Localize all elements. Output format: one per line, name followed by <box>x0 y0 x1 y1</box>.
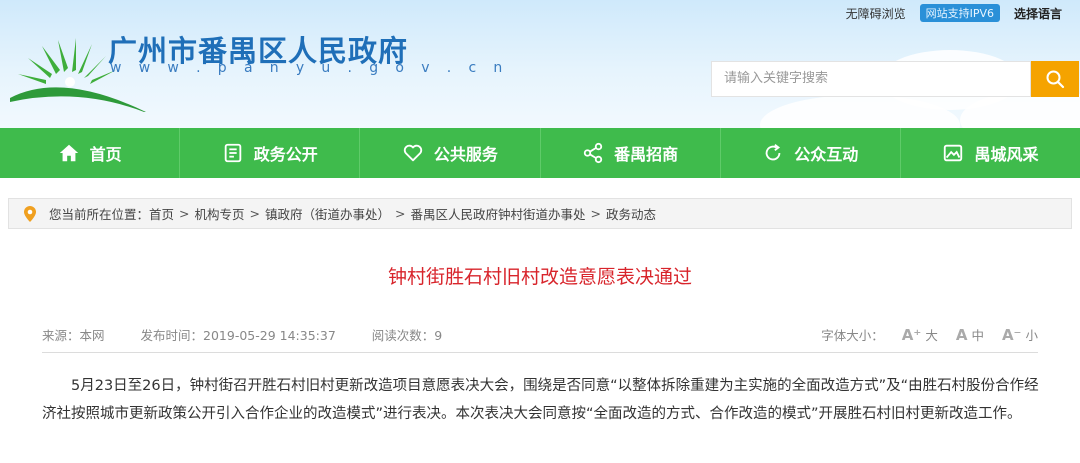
font-normal-icon: A <box>955 325 968 344</box>
article-meta: 来源：本网 发布时间：2019-05-29 14:35:37 阅读次数：9 <box>42 325 478 344</box>
nav-label: 政务公开 <box>253 145 318 164</box>
breadcrumb-separator: > <box>179 206 190 221</box>
main-nav: 首页 政务公开 公共服务 番禺招商 公众互动 禺城风采 <box>0 128 1080 178</box>
font-size-medium-label: 中 <box>971 328 984 343</box>
nav-label: 番禺招商 <box>614 145 679 164</box>
article-title: 钟村街胜石村旧村改造意愿表决通过 <box>387 266 692 288</box>
article-body: 5月23日至26日，钟村街召开胜石村旧村更新改造项目意愿表决大会，围绕是否同意“… <box>42 378 1039 422</box>
site-header: 广州市番禺区人民政府 w w w . p a n y u . g o v . c… <box>0 0 1080 128</box>
top-links: 无障碍浏览 网站支持IPV6 选择语言 <box>846 4 1062 22</box>
search-icon <box>1046 70 1065 89</box>
meta-divider <box>42 352 1038 353</box>
breadcrumb-separator: > <box>590 206 602 221</box>
nav-public-interaction[interactable]: 公众互动 <box>721 128 901 178</box>
search-button[interactable] <box>1031 61 1079 97</box>
breadcrumb-separator: > <box>249 206 261 221</box>
article-views: 阅读次数：9 <box>371 328 443 343</box>
nav-public-service[interactable]: 公共服务 <box>360 128 541 178</box>
breadcrumb-separator: > <box>395 206 406 221</box>
font-decrease-icon: A⁻ <box>1001 325 1022 344</box>
ipv6-badge: 网站支持IPV6 <box>919 4 1000 22</box>
nav-label: 首页 <box>89 145 122 164</box>
nav-city-style[interactable]: 禺城风采 <box>901 128 1080 178</box>
breadcrumb-item[interactable]: 首页 <box>149 204 174 223</box>
document-icon <box>224 143 241 163</box>
article-source: 来源：本网 <box>42 328 105 343</box>
nav-government-affairs[interactable]: 政务公开 <box>180 128 361 178</box>
breadcrumb-item[interactable]: 政务动态 <box>606 204 656 223</box>
font-size-label: 字体大小： <box>821 328 884 343</box>
breadcrumb-item[interactable]: 机构专页 <box>195 204 245 223</box>
nav-label: 禺城风采 <box>974 145 1039 164</box>
breadcrumb: 您当前所在位置： 首页 > 机构专页 > 镇政府（街道办事处） > 番禺区人民政… <box>8 198 1072 229</box>
nav-label: 公共服务 <box>433 145 498 164</box>
location-pin-icon <box>24 205 36 222</box>
breadcrumb-item[interactable]: 番禺区人民政府钟村街道办事处 <box>411 204 586 223</box>
nav-investment[interactable]: 番禺招商 <box>541 128 721 178</box>
picture-icon <box>944 144 963 162</box>
font-size-large-button[interactable]: A⁺ 大 <box>902 325 938 344</box>
font-size-control: 字体大小： A⁺ 大 A 中 A⁻ 小 <box>821 325 1038 344</box>
article-publish-time: 发布时间：2019-05-29 14:35:37 <box>140 328 336 343</box>
site-url: w w w . p a n y u . g o v . c n <box>110 60 509 76</box>
font-increase-icon: A⁺ <box>901 325 922 344</box>
refresh-icon <box>765 144 781 161</box>
font-size-small-label: 小 <box>1025 328 1038 343</box>
font-size-medium-button[interactable]: A 中 <box>956 325 984 344</box>
font-size-small-button[interactable]: A⁻ 小 <box>1002 325 1038 344</box>
language-select[interactable]: 选择语言 <box>1014 5 1062 22</box>
nav-label: 公众互动 <box>794 145 859 164</box>
search-input[interactable]: 请输入关键字搜索 <box>711 61 1031 97</box>
nav-home[interactable]: 首页 <box>0 128 181 178</box>
breadcrumb-item[interactable]: 镇政府（街道办事处） <box>265 204 390 223</box>
breadcrumb-prefix: 您当前所在位置： <box>49 207 150 222</box>
barrier-free-link[interactable]: 无障碍浏览 <box>846 5 906 22</box>
heart-icon <box>403 144 423 162</box>
font-size-large-label: 大 <box>925 328 938 343</box>
share-icon <box>583 142 603 164</box>
home-icon <box>59 144 78 162</box>
